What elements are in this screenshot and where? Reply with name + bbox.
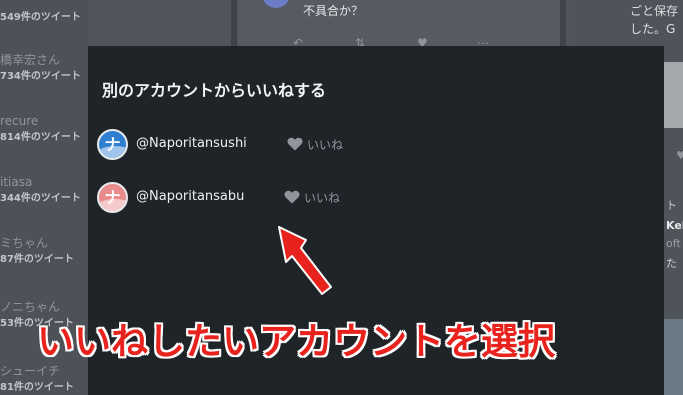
screenshot: 549件のツイート 橋幸宏さん 734件のツイート recure 814件のツイ…	[0, 0, 683, 395]
annotation-caption: いいねしたいアカウントを選択	[37, 320, 555, 363]
